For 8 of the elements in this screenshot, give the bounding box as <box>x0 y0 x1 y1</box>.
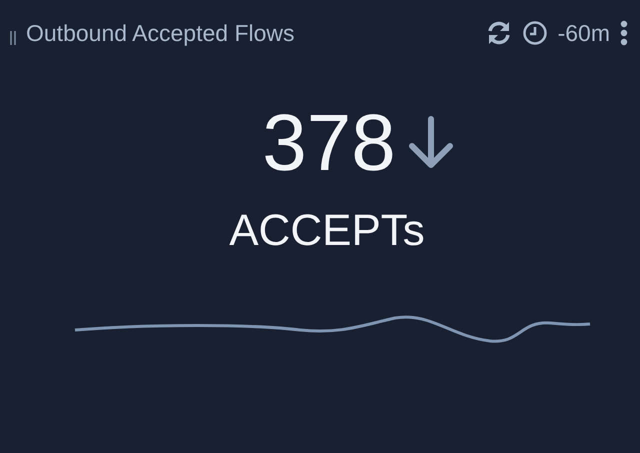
drag-handle-icon[interactable] <box>10 31 16 45</box>
stat-unit: ACCEPTs <box>228 206 426 256</box>
clock-icon[interactable] <box>522 20 548 46</box>
time-range[interactable]: -60m <box>558 20 610 46</box>
stat-value: 378 <box>262 98 396 188</box>
menu-icon[interactable] <box>620 20 628 46</box>
refresh-icon[interactable] <box>486 20 512 46</box>
panel-title: Outbound Accepted Flows <box>26 20 296 46</box>
